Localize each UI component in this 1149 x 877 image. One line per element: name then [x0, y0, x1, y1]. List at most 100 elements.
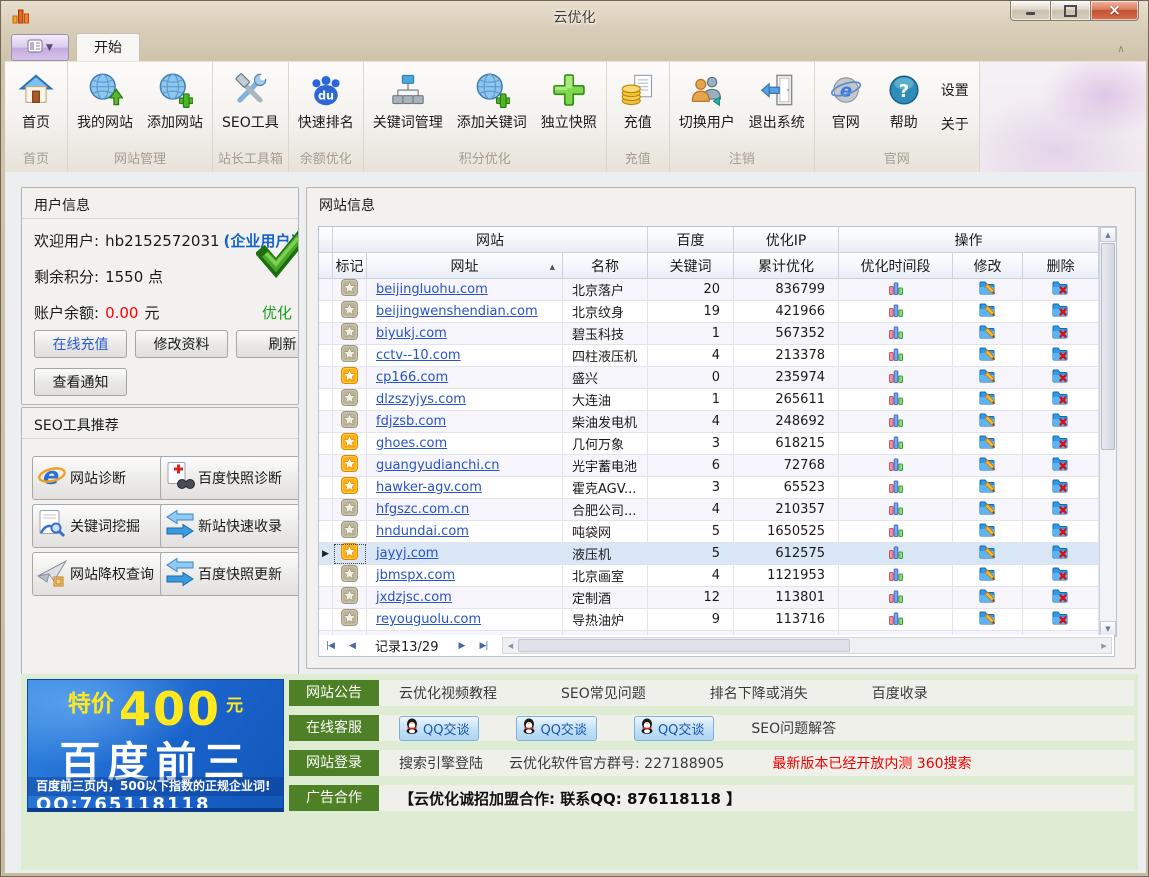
edit-cell[interactable]: [953, 499, 1023, 521]
qq-chat-button[interactable]: QQ交谈: [516, 716, 596, 741]
footer-link[interactable]: SEO常见问题: [561, 683, 646, 703]
website-link[interactable]: cctv--10.com: [376, 348, 461, 363]
ribbon-button-切换用户[interactable]: 切换用户: [672, 64, 742, 149]
star-cell[interactable]: [333, 323, 367, 345]
edit-cell[interactable]: [953, 455, 1023, 477]
ribbon-button-添加关键词[interactable]: 添加关键词: [450, 64, 534, 149]
last-page-icon[interactable]: ▶|: [472, 641, 494, 651]
online-recharge-button[interactable]: 在线充值: [34, 330, 127, 358]
edit-cell[interactable]: [953, 279, 1023, 301]
url-cell[interactable]: cctv--10.com: [367, 345, 563, 367]
website-link[interactable]: beijingluohu.com: [376, 282, 488, 297]
seo-tool-网站诊断[interactable]: e网站诊断: [32, 456, 164, 500]
time-range-cell[interactable]: [839, 279, 953, 301]
seo-tool-百度快照诊断[interactable]: 百度快照诊断: [160, 456, 299, 500]
star-cell[interactable]: [333, 345, 367, 367]
star-cell[interactable]: [333, 521, 367, 543]
edit-cell[interactable]: [953, 477, 1023, 499]
star-cell[interactable]: [333, 367, 367, 389]
group-header-actions[interactable]: 操作: [839, 227, 1099, 253]
footer-link[interactable]: 云优化视频教程: [399, 683, 497, 703]
seo-tool-网站降权查询[interactable]: 网站降权查询: [32, 552, 164, 596]
edit-cell[interactable]: [953, 323, 1023, 345]
star-cell[interactable]: [333, 389, 367, 411]
edit-cell[interactable]: [953, 345, 1023, 367]
close-button[interactable]: ×: [1091, 1, 1139, 21]
scrollbar-thumb[interactable]: [1101, 243, 1115, 450]
edit-cell[interactable]: [953, 521, 1023, 543]
column-header-delete[interactable]: 删除: [1023, 253, 1099, 279]
ribbon-button-快速排名[interactable]: du快速排名: [291, 64, 361, 149]
star-cell[interactable]: [333, 301, 367, 323]
time-range-cell[interactable]: [839, 367, 953, 389]
tab-start[interactable]: 开始: [76, 33, 140, 63]
url-cell[interactable]: hfgszc.com.cn: [367, 499, 563, 521]
time-range-cell[interactable]: [839, 565, 953, 587]
qq-chat-button[interactable]: QQ交谈: [634, 716, 714, 741]
footer-link[interactable]: 排名下降或消失: [710, 683, 808, 703]
next-page-icon[interactable]: ▶: [450, 641, 472, 651]
footer-link[interactable]: 云优化软件官方群号: 227188905: [509, 753, 724, 773]
website-link[interactable]: biyukj.com: [376, 326, 447, 341]
edit-cell[interactable]: [953, 587, 1023, 609]
scroll-right-icon[interactable]: ▶: [1097, 642, 1111, 650]
url-cell[interactable]: dlzszyjys.com: [367, 389, 563, 411]
website-link[interactable]: dlzszyjys.com: [376, 392, 466, 407]
time-range-cell[interactable]: [839, 521, 953, 543]
star-cell[interactable]: [333, 433, 367, 455]
time-range-cell[interactable]: [839, 389, 953, 411]
delete-cell[interactable]: [1023, 367, 1099, 389]
scroll-left-icon[interactable]: ◀: [503, 642, 517, 650]
url-cell[interactable]: jayyj.com: [367, 543, 563, 565]
ribbon-button-我的网站[interactable]: 我的网站: [70, 64, 140, 149]
ribbon-small-button-关于[interactable]: 关于: [941, 114, 969, 134]
edit-cell[interactable]: [953, 433, 1023, 455]
url-cell[interactable]: ghoes.com: [367, 433, 563, 455]
ribbon-collapse-button[interactable]: ∧: [1110, 43, 1132, 58]
qq-chat-button[interactable]: QQ交谈: [399, 716, 479, 741]
website-link[interactable]: jxdzjsc.com: [376, 590, 452, 605]
seo-tool-新站快速收录[interactable]: 新站快速收录: [160, 504, 299, 548]
delete-cell[interactable]: [1023, 323, 1099, 345]
time-range-cell[interactable]: [839, 411, 953, 433]
column-header-total-optimize[interactable]: 累计优化: [734, 253, 839, 279]
ribbon-small-button-设置[interactable]: 设置: [941, 80, 969, 100]
time-range-cell[interactable]: [839, 455, 953, 477]
ad-banner[interactable]: 特价 400 元 百度前三 百度前三页内，500以下指数的正规企业词! QQ:7…: [27, 679, 284, 812]
ribbon-button-退出系统[interactable]: 退出系统: [742, 64, 812, 149]
maximize-button[interactable]: [1051, 1, 1091, 21]
star-cell[interactable]: [333, 455, 367, 477]
website-link[interactable]: hfgszc.com.cn: [376, 502, 469, 517]
time-range-cell[interactable]: [839, 587, 953, 609]
website-link[interactable]: ghoes.com: [376, 436, 447, 451]
url-cell[interactable]: beijingwenshendian.com: [367, 301, 563, 323]
group-header-baidu[interactable]: 百度: [648, 227, 734, 253]
website-link[interactable]: reyouguolu.com: [376, 612, 481, 627]
website-link[interactable]: fdjzsb.com: [376, 414, 446, 429]
ribbon-button-关键词管理[interactable]: 关键词管理: [366, 64, 450, 149]
star-cell[interactable]: [333, 499, 367, 521]
url-cell[interactable]: biyukj.com: [367, 323, 563, 345]
group-header-website[interactable]: 网站: [333, 227, 648, 253]
delete-cell[interactable]: [1023, 565, 1099, 587]
url-cell[interactable]: beijingluohu.com: [367, 279, 563, 301]
scrollbar-thumb[interactable]: [518, 639, 850, 652]
time-range-cell[interactable]: [839, 477, 953, 499]
edit-profile-button[interactable]: 修改资料: [135, 330, 228, 358]
star-cell[interactable]: [333, 565, 367, 587]
url-cell[interactable]: jbmspx.com: [367, 565, 563, 587]
website-link[interactable]: beijingwenshendian.com: [376, 304, 538, 319]
delete-cell[interactable]: [1023, 301, 1099, 323]
group-header-optimize-ip[interactable]: 优化IP: [734, 227, 839, 253]
seo-tool-关键词挖掘[interactable]: 关键词挖掘: [32, 504, 164, 548]
footer-link[interactable]: 百度收录: [872, 683, 928, 703]
star-cell[interactable]: [333, 279, 367, 301]
ribbon-button-独立快照[interactable]: 独立快照: [534, 64, 604, 149]
url-cell[interactable]: cp166.com: [367, 367, 563, 389]
delete-cell[interactable]: [1023, 411, 1099, 433]
star-cell[interactable]: [333, 411, 367, 433]
column-header-url[interactable]: 网址▲: [367, 253, 563, 279]
time-range-cell[interactable]: [839, 543, 953, 565]
star-cell[interactable]: [333, 477, 367, 499]
refresh-button[interactable]: 刷新: [236, 330, 299, 358]
